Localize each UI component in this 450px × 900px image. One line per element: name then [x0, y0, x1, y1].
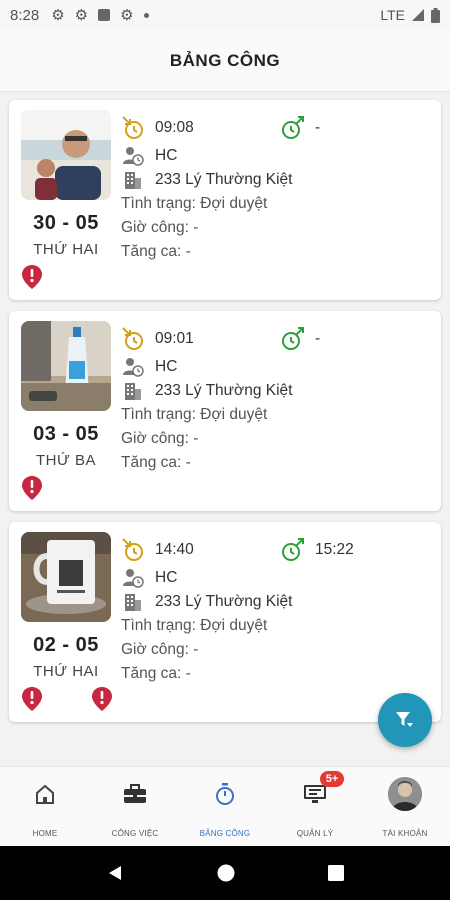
record-date: 02 - 05 — [33, 634, 99, 656]
nav-item-bang-cong[interactable]: BẢNG CÔNG — [180, 767, 270, 846]
user-clock-icon — [121, 566, 145, 590]
location-label: 233 Lý Thường Kiệt — [155, 171, 293, 188]
checkin-clock-icon — [121, 327, 145, 351]
work-hours-text: Giờ công: - — [121, 641, 199, 658]
building-icon — [121, 379, 145, 403]
warning-pin-icon[interactable] — [21, 686, 43, 712]
warning-pin-icon[interactable] — [21, 475, 43, 501]
timesheet-card[interactable]: 30 - 05 THỨ HAI 09:08 - HC 233 Lý Thường… — [9, 100, 441, 300]
timesheet-card[interactable]: 02 - 05 THỨ HAI 14:40 15:22 HC 233 Lý Th… — [9, 522, 441, 722]
timesheet-list[interactable]: 30 - 05 THỨ HAI 09:08 - HC 233 Lý Thường… — [9, 100, 441, 733]
sd-card-icon — [98, 9, 111, 21]
record-date: 30 - 05 — [33, 212, 99, 234]
building-icon — [121, 168, 145, 192]
page-title: BẢNG CÔNG — [169, 50, 281, 70]
user-clock-icon — [121, 355, 145, 379]
network-label: LTE — [380, 7, 405, 23]
desk-photo-icon — [21, 321, 111, 411]
checkin-photo[interactable] — [21, 321, 111, 411]
selfie-photo-icon — [21, 110, 111, 200]
location-label: 233 Lý Thường Kiệt — [155, 382, 293, 399]
back-icon[interactable] — [106, 864, 124, 882]
checkin-time: 09:01 — [155, 330, 194, 347]
overtime-text: Tăng ca: - — [121, 665, 191, 682]
overtime-text: Tăng ca: - — [121, 454, 191, 471]
nav-label: TÀI KHOẢN — [382, 829, 428, 838]
location-label: 233 Lý Thường Kiệt — [155, 593, 293, 610]
bottom-nav: HOME CÔNG VIỆC BẢNG CÔNG 5+ QUẢN LÝ TÀI … — [0, 766, 450, 846]
building-icon — [121, 590, 145, 614]
status-text: Tình trạng: Đợi duyệt — [121, 406, 268, 423]
signal-icon — [412, 9, 424, 21]
nav-label: HOME — [32, 829, 58, 838]
status-time: 8:28 — [10, 6, 40, 24]
shift-label: HC — [155, 147, 178, 164]
nav-label: BẢNG CÔNG — [199, 829, 251, 838]
nav-item-home[interactable]: HOME — [0, 767, 90, 846]
home-circle-icon[interactable] — [217, 864, 235, 882]
filter-fab-button[interactable] — [378, 693, 432, 747]
nav-item-cong-viec[interactable]: CÔNG VIỆC — [90, 767, 180, 846]
work-hours-text: Giờ công: - — [121, 219, 199, 236]
filter-icon — [396, 712, 413, 727]
avatar — [388, 777, 422, 811]
work-hours-text: Giờ công: - — [121, 430, 199, 447]
record-weekday: THỨ HAI — [33, 241, 99, 258]
record-weekday: THỨ HAI — [33, 663, 99, 680]
checkin-clock-icon — [121, 116, 145, 140]
home-icon — [34, 779, 56, 809]
checkin-time: 09:08 — [155, 119, 194, 136]
status-bar: 8:28 ⚙ ⚙ ⚙ LTE — [0, 0, 450, 30]
record-date: 03 - 05 — [33, 423, 99, 445]
checkout-clock-icon — [281, 538, 305, 562]
briefcase-icon — [123, 779, 147, 809]
checkout-time: - — [315, 119, 321, 136]
settings-icon: ⚙ — [120, 7, 134, 24]
shift-label: HC — [155, 358, 178, 375]
system-nav-bar — [0, 846, 450, 900]
checkout-time: 15:22 — [315, 541, 354, 558]
nav-item-quan-ly[interactable]: 5+ QUẢN LÝ — [270, 767, 360, 846]
overtime-text: Tăng ca: - — [121, 243, 191, 260]
warning-pin-icon[interactable] — [91, 686, 113, 712]
timesheet-card[interactable]: 03 - 05 THỨ BA 09:01 - HC 233 Lý Thường … — [9, 311, 441, 511]
checkin-time: 14:40 — [155, 541, 194, 558]
notification-badge: 5+ — [320, 771, 344, 787]
battery-icon — [431, 7, 440, 23]
checkout-clock-icon — [281, 327, 305, 351]
mug-photo-icon — [21, 532, 111, 622]
warning-pin-icon[interactable] — [21, 264, 43, 290]
checkin-photo[interactable] — [21, 110, 111, 200]
checkin-clock-icon — [121, 538, 145, 562]
recents-icon[interactable] — [327, 865, 344, 881]
checkout-time: - — [315, 330, 321, 347]
nav-item-tai-khoan[interactable]: TÀI KHOẢN — [360, 767, 450, 846]
shift-label: HC — [155, 569, 178, 586]
notification-dot-icon — [143, 12, 149, 18]
nav-label: CÔNG VIỆC — [111, 829, 159, 838]
user-clock-icon — [121, 144, 145, 168]
nav-label: QUẢN LÝ — [296, 829, 334, 838]
gear-icon: ⚙ — [74, 7, 89, 24]
stopwatch-icon — [214, 779, 236, 809]
checkin-photo[interactable] — [21, 532, 111, 622]
app-bar: BẢNG CÔNG — [0, 30, 450, 92]
status-text: Tình trạng: Đợi duyệt — [121, 617, 268, 634]
checkout-clock-icon — [281, 116, 305, 140]
gear-icon: ⚙ — [51, 7, 65, 24]
status-text: Tình trạng: Đợi duyệt — [121, 195, 268, 212]
record-weekday: THỨ BA — [36, 452, 96, 469]
